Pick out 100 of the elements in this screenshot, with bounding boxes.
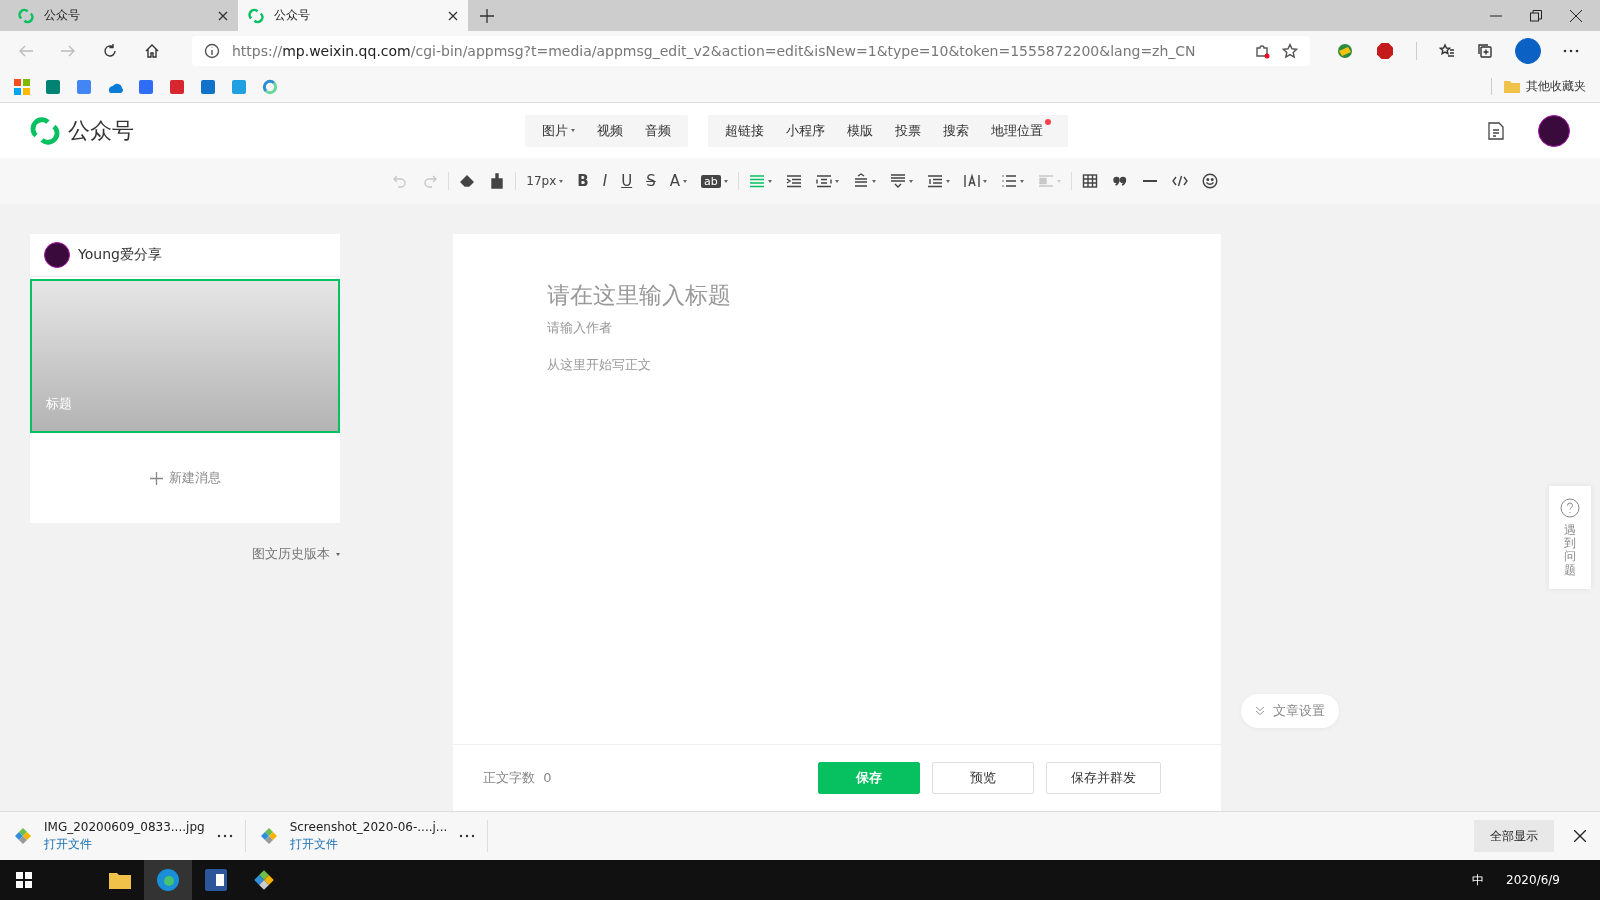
taskbar-date: 2020/6/9 <box>1506 873 1560 887</box>
windows-icon <box>16 872 32 888</box>
toolbar-button[interactable] <box>815 172 839 190</box>
strikethrough-button[interactable]: S <box>646 172 656 190</box>
globe-icon[interactable] <box>1336 42 1354 60</box>
restore-icon[interactable] <box>1530 9 1542 22</box>
photo-app-icon <box>253 869 275 891</box>
user-avatar[interactable] <box>1538 114 1570 147</box>
article-settings-button[interactable]: 文章设置 <box>1241 694 1339 728</box>
table-icon <box>1081 173 1098 189</box>
align-left-icon <box>748 173 765 189</box>
toolbar-button[interactable] <box>1081 172 1098 190</box>
document-app-icon <box>205 869 227 891</box>
star-icon[interactable] <box>1282 43 1298 59</box>
nav-tab[interactable]: 超链接 <box>714 118 775 143</box>
info-icon[interactable] <box>204 43 220 59</box>
toolbar-button[interactable] <box>963 172 987 190</box>
plus-icon <box>149 471 163 485</box>
close-icon[interactable] <box>1574 830 1586 842</box>
show-all-button[interactable]: 全部显示 <box>1474 820 1554 852</box>
account-avatar <box>44 242 70 268</box>
bookmark-icon[interactable] <box>200 78 216 95</box>
close-icon[interactable] <box>1570 9 1582 22</box>
nav-tab[interactable]: 模版 <box>836 118 884 143</box>
nav-tab[interactable]: 音频 <box>634 118 682 143</box>
history-versions-link[interactable]: 图文历史版本 <box>252 545 340 563</box>
help-label: 遇到问题 <box>1564 524 1576 577</box>
toolbar-button[interactable] <box>926 172 950 190</box>
author-field[interactable]: 请输入作者 <box>547 320 1127 335</box>
more-icon[interactable] <box>216 834 233 838</box>
font-color-button[interactable]: A <box>669 172 687 190</box>
toolbar-button[interactable] <box>489 172 506 190</box>
underline-button[interactable]: U <box>621 172 633 190</box>
nav-tab[interactable]: 视频 <box>586 118 634 143</box>
nav-tab[interactable]: 搜索 <box>932 118 980 143</box>
caret-icon <box>871 179 876 183</box>
address-bar[interactable]: https://mp.weixin.qq.com/cgi-bin/appmsg?t=media/appmsg_edit_v2&action=edit&isNew=1&type=10&token=1555872200&lang=zh_CN <box>192 36 1310 66</box>
toolbar-button[interactable] <box>889 172 913 190</box>
bold-button[interactable]: B <box>577 172 589 190</box>
open-file-link[interactable]: 打开文件 <box>44 835 205 853</box>
toolbar-button[interactable] <box>785 172 802 190</box>
help-panel[interactable]: 遇到问题 <box>1549 486 1591 589</box>
close-icon[interactable] <box>218 10 228 21</box>
home-icon[interactable] <box>144 43 160 59</box>
download-file-name: IMG_20200609_0833....jpg <box>44 819 205 834</box>
nav-tab[interactable]: 投票 <box>884 118 932 143</box>
new-message-button[interactable]: 新建消息 <box>30 433 340 523</box>
logo-icon <box>248 7 264 24</box>
action-button[interactable]: 保存并群发 <box>1046 762 1161 794</box>
nav-tab[interactable]: 地理位置 <box>980 118 1062 143</box>
code-icon <box>1171 173 1188 189</box>
browser-icon <box>156 868 180 892</box>
refresh-icon[interactable] <box>102 43 118 59</box>
caret-icon <box>723 179 728 183</box>
font-size-button[interactable]: 17px <box>526 172 564 190</box>
document-icon[interactable] <box>1488 121 1504 140</box>
bookmark-icon[interactable] <box>76 78 92 95</box>
account-name: Young爱分享 <box>78 246 162 264</box>
emoji-icon <box>1201 173 1218 189</box>
caret-icon <box>682 179 687 183</box>
bookmark-icon[interactable] <box>169 78 185 95</box>
open-file-link[interactable]: 打开文件 <box>289 835 448 853</box>
nav-tab[interactable]: 图片 <box>531 118 586 143</box>
input-method-indicator[interactable]: 中 <box>1472 871 1485 889</box>
close-icon[interactable] <box>448 10 458 21</box>
bookmark-icon[interactable] <box>262 78 278 95</box>
puzzle-icon[interactable] <box>1254 43 1270 59</box>
favorites-icon[interactable] <box>1439 43 1455 59</box>
bookmark-icon[interactable] <box>14 78 30 95</box>
caret-icon <box>1019 179 1024 183</box>
action-button[interactable]: 预览 <box>932 762 1034 794</box>
collections-icon[interactable] <box>1477 43 1493 59</box>
bookmark-folder[interactable]: 其他收藏夹 <box>1526 78 1586 95</box>
folder-icon <box>1504 80 1520 93</box>
toolbar-button[interactable] <box>852 172 876 190</box>
italic-button[interactable]: I <box>602 172 608 190</box>
toolbar-button[interactable] <box>1201 172 1218 190</box>
bookmark-icon[interactable] <box>45 78 61 95</box>
image-float-icon <box>1037 173 1054 189</box>
adblock-icon[interactable] <box>1376 42 1394 60</box>
file-icon <box>14 827 32 845</box>
caret-icon <box>571 129 575 132</box>
browser-tab[interactable]: 公众号 <box>8 0 238 31</box>
caret-icon <box>559 179 564 183</box>
new-tab-icon[interactable] <box>480 9 494 23</box>
profile-avatar[interactable] <box>1515 38 1541 64</box>
title-field[interactable]: 请在这里输入标题 <box>547 282 1127 308</box>
caret-icon <box>767 179 772 183</box>
bookmark-icon[interactable] <box>231 78 247 95</box>
more-icon[interactable] <box>1563 49 1579 53</box>
paint-brush-icon <box>489 173 506 189</box>
caret-icon <box>336 552 340 556</box>
cover-title: 标题 <box>46 395 72 413</box>
download-file-name: Screenshot_2020-06-....j... <box>289 819 448 834</box>
nav-tab[interactable]: 小程序 <box>775 118 836 143</box>
bookmark-icon[interactable] <box>138 78 154 95</box>
browser-tab[interactable]: 公众号 <box>238 0 468 31</box>
more-icon[interactable] <box>459 834 476 838</box>
notification-dot <box>1045 118 1051 125</box>
toolbar-button[interactable] <box>1000 172 1024 190</box>
